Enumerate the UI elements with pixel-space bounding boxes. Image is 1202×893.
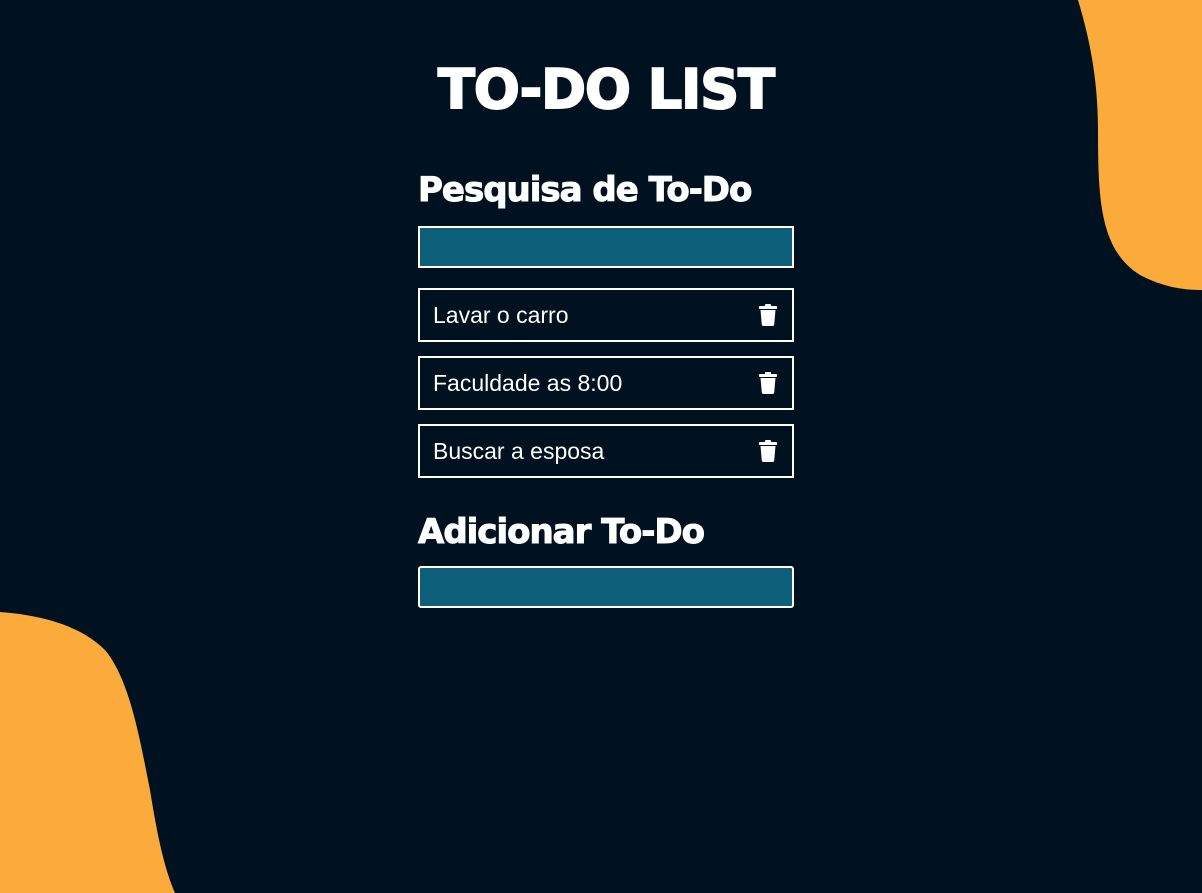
add-heading: Adicionar To-Do xyxy=(418,512,706,553)
delete-button[interactable] xyxy=(756,302,780,328)
search-heading: Pesquisa de To-Do xyxy=(417,170,752,211)
todo-text: Faculdade as 8:00 xyxy=(433,369,623,396)
trash-icon xyxy=(759,304,777,326)
trash-icon xyxy=(759,372,777,394)
search-input[interactable] xyxy=(418,226,794,268)
todo-text: Buscar a esposa xyxy=(433,437,605,464)
todo-list: Lavar o carro Faculdade as 8:00 Buscar a… xyxy=(418,288,794,492)
todo-app: TO-DO LIST Pesquisa de To-Do Lavar o car… xyxy=(417,57,794,608)
top-right-blob xyxy=(1078,0,1202,290)
delete-button[interactable] xyxy=(756,370,780,396)
trash-icon xyxy=(759,440,777,462)
todo-text: Lavar o carro xyxy=(433,301,569,328)
bottom-left-blob xyxy=(0,612,175,893)
page: TO-DO LIST Pesquisa de To-Do Lavar o car… xyxy=(0,0,1202,893)
app-title: TO-DO LIST xyxy=(437,57,776,122)
add-todo-input[interactable] xyxy=(418,566,794,608)
todo-item: Faculdade as 8:00 xyxy=(418,356,794,410)
todo-item: Buscar a esposa xyxy=(418,424,794,478)
delete-button[interactable] xyxy=(756,438,780,464)
todo-item: Lavar o carro xyxy=(418,288,794,342)
